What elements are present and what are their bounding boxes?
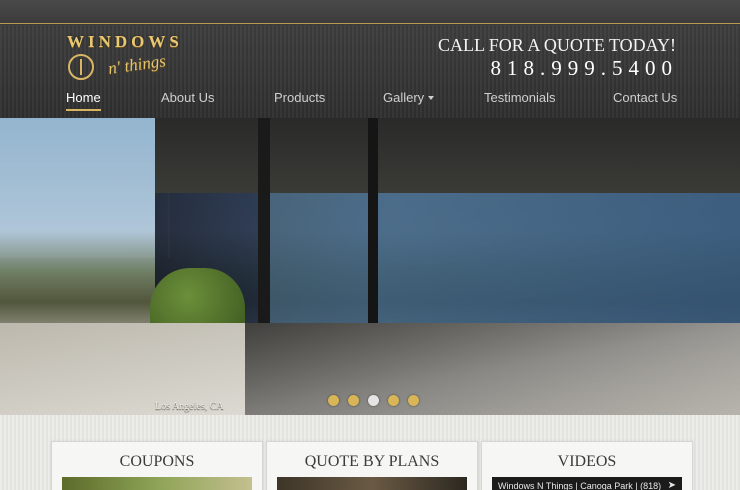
video-title[interactable]: Windows N Things | Canoga Park | (818) <box>498 481 661 490</box>
hero-beam <box>258 118 270 358</box>
caret-down-icon <box>428 96 435 100</box>
nav-testimonials[interactable]: Testimonials <box>484 90 556 105</box>
slider-dot-active[interactable] <box>368 395 379 406</box>
nav-gallery-label: Gallery <box>383 90 425 105</box>
card-image[interactable] <box>277 477 467 490</box>
logo-wordmark[interactable]: WINDOWS <box>67 32 219 52</box>
share-icon[interactable]: ➤ <box>668 480 676 490</box>
card-title: VIDEOS <box>557 453 617 470</box>
nav-about-us[interactable]: About Us <box>161 90 214 105</box>
hero-roof <box>155 118 740 193</box>
nav-products[interactable]: Products <box>274 90 325 105</box>
card-quote-by-plans[interactable]: QUOTE BY PLANS <box>266 441 478 490</box>
hero-caption: Los Angeles, CA <box>155 401 224 412</box>
slider-dot[interactable] <box>348 395 359 406</box>
hero-slider[interactable]: Los Angeles, CA <box>0 118 740 415</box>
slider-dot[interactable] <box>408 395 419 406</box>
slider-dot[interactable] <box>328 395 339 406</box>
slider-dot[interactable] <box>388 395 399 406</box>
site-header: WINDOWS n' things CALL FOR A QUOTE TODAY… <box>0 25 740 118</box>
video-embed[interactable]: Windows N Things | Canoga Park | (818) ➤ <box>492 477 682 490</box>
hero-shadow <box>245 323 740 415</box>
card-coupons[interactable]: COUPONS <box>51 441 263 490</box>
nav-contact-us[interactable]: Contact Us <box>613 90 677 105</box>
hero-beam <box>368 118 378 358</box>
logo-script[interactable]: n' things <box>107 51 167 79</box>
nav-gallery[interactable]: Gallery <box>383 90 435 105</box>
logo-icon[interactable] <box>68 54 94 80</box>
hero-glass-panel <box>0 118 170 258</box>
nav-home[interactable]: Home <box>66 90 101 111</box>
top-bar <box>0 0 740 24</box>
card-image[interactable] <box>62 477 252 490</box>
card-title: COUPONS <box>119 453 195 470</box>
slider-dots <box>328 393 428 406</box>
card-title: QUOTE BY PLANS <box>304 453 440 470</box>
cta-phone[interactable]: 818.999.5400 <box>491 56 679 81</box>
card-videos[interactable]: VIDEOS Windows N Things | Canoga Park | … <box>481 441 693 490</box>
cta-title: CALL FOR A QUOTE TODAY! <box>437 35 676 55</box>
main-nav: Home About Us Products Gallery Testimoni… <box>0 90 740 112</box>
